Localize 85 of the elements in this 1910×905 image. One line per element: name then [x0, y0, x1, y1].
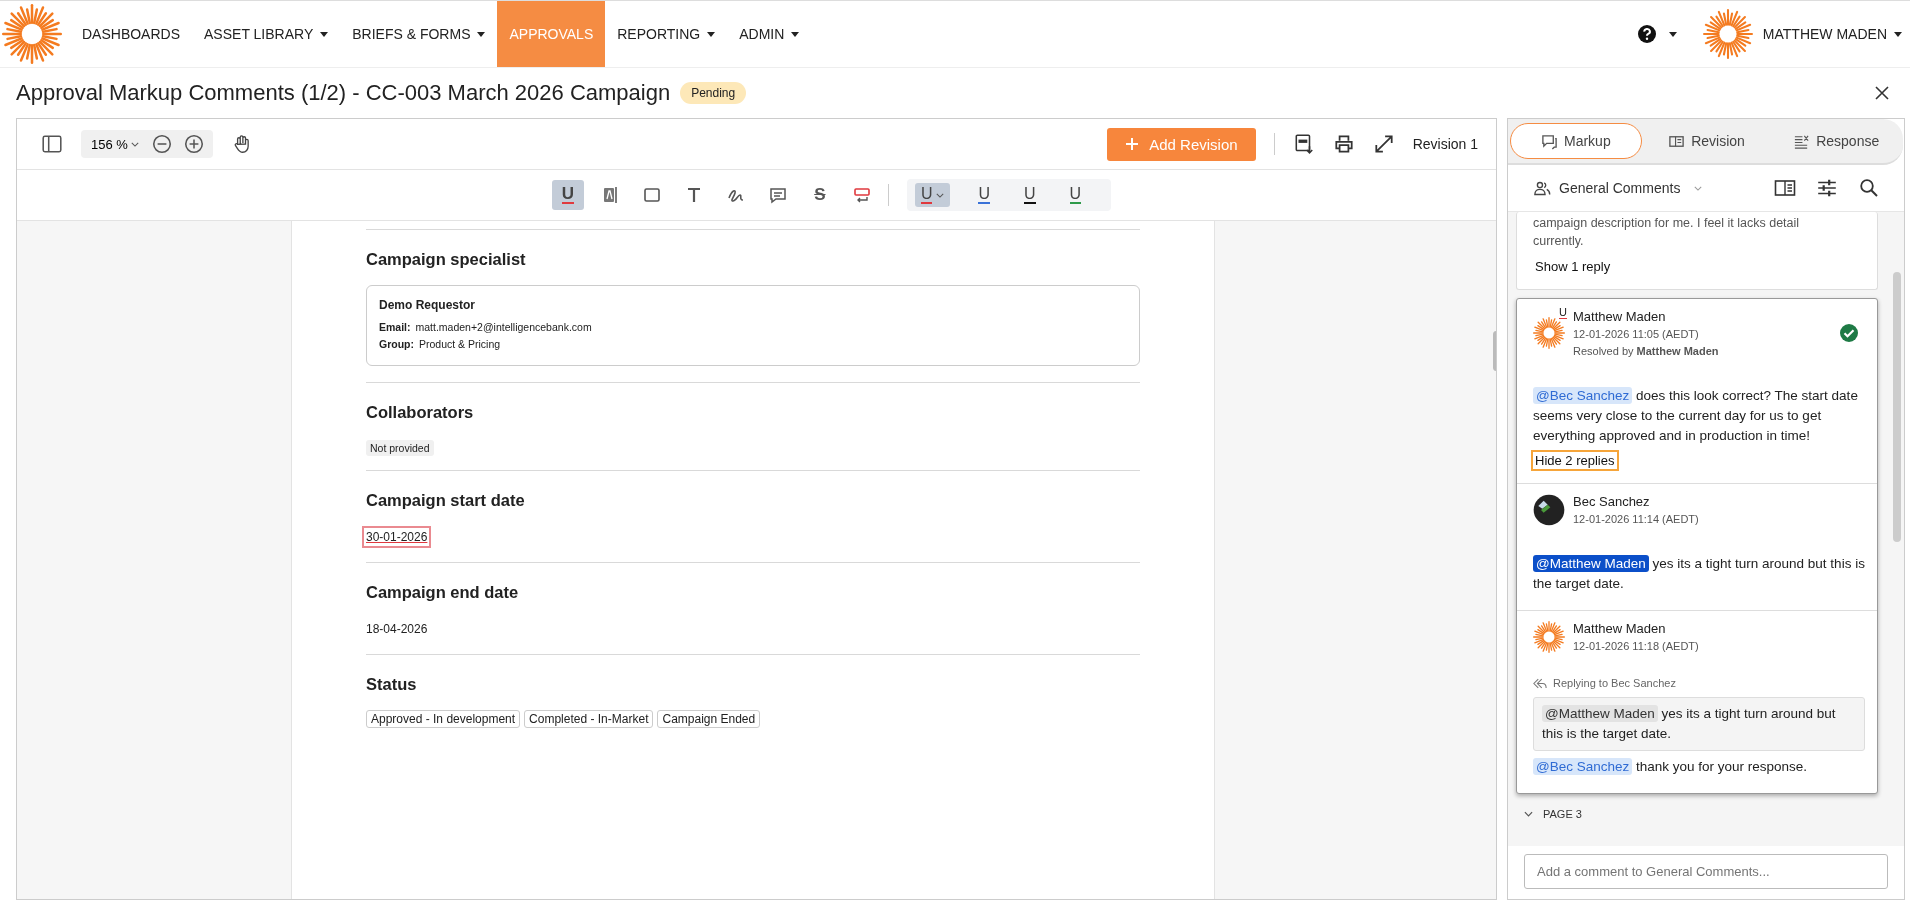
empty-value-chip: Not provided — [366, 440, 434, 456]
comment-filter-dropdown[interactable]: General Comments — [1534, 179, 1703, 197]
comment-time: 12-01-2026 11:14 (AEDT) — [1573, 513, 1700, 525]
mention-link[interactable]: @Matthew Maden — [1533, 555, 1649, 572]
field-heading: Collaborators — [366, 403, 475, 422]
strike-tool[interactable]: S — [803, 180, 836, 210]
markup-type-badge: U — [1559, 307, 1567, 319]
show-replies-link[interactable]: Show 1 reply — [1531, 256, 1615, 277]
status-tag: Approved - In development — [366, 710, 521, 728]
chevron-icon — [1694, 185, 1703, 191]
sunburst-logo[interactable] — [2, 4, 62, 64]
panel-tab[interactable]: Markup — [1510, 123, 1642, 159]
replying-to-text: Replying to Bec Sanchez — [1553, 677, 1676, 689]
chevron-icon — [130, 141, 139, 147]
mention-link[interactable]: @Bec Sanchez — [1533, 387, 1633, 404]
date-value: 18-04-2026 — [365, 621, 429, 638]
status-badge: Pending — [680, 82, 747, 104]
help-icon[interactable] — [1636, 24, 1657, 44]
split-view-icon[interactable] — [1774, 178, 1796, 198]
scrollbar-thumb[interactable] — [1893, 272, 1901, 542]
comment-text: @Matthew Maden yes its a tight turn around but this is the target date. — [1533, 554, 1865, 593]
page-group-header[interactable]: PAGE 3 — [1516, 794, 1878, 824]
sliders-icon[interactable] — [1816, 178, 1838, 198]
field-heading: Campaign specialist — [366, 250, 527, 269]
field-label: Group: — [379, 338, 414, 350]
nav-menu-item[interactable]: DASHBOARDS — [70, 1, 193, 67]
rectangle-icon — [641, 185, 662, 205]
comment-author: Matthew Maden — [1573, 309, 1667, 324]
zoom-out-icon[interactable] — [150, 133, 173, 155]
comment-time: 12-01-2026 11:05 (AEDT) — [1573, 328, 1700, 340]
plus-icon — [1125, 137, 1140, 151]
expand-icon[interactable] — [1372, 133, 1395, 155]
underline-color-option[interactable]: U — [972, 183, 996, 207]
underline-color-option[interactable]: U — [1063, 183, 1088, 207]
hide-replies-link[interactable]: Hide 2 replies — [1531, 450, 1619, 471]
date-value: 30-01-2026 — [362, 526, 432, 548]
caret-icon — [1894, 31, 1902, 37]
comments-icon — [1541, 132, 1558, 150]
contact-name: Demo Requestor — [379, 298, 477, 312]
nav-menu-item[interactable]: BRIEFS & FORMS — [340, 1, 498, 67]
underline-color-option[interactable]: U — [1018, 183, 1042, 207]
status-tag: Completed - In-Market — [524, 710, 654, 728]
nav-menu-item[interactable]: ADMIN — [727, 1, 812, 67]
panel-tab[interactable]: Revision — [1641, 123, 1772, 159]
nav-menu-item[interactable]: ASSET LIBRARY — [192, 1, 341, 67]
avatar-icon — [1533, 494, 1565, 526]
field-label: Email: — [379, 321, 411, 333]
print-icon[interactable] — [1332, 133, 1355, 155]
field-heading: Campaign start date — [366, 491, 526, 510]
reply-icon — [1533, 677, 1547, 689]
field-value: Product & Pricing — [419, 338, 501, 350]
close-icon[interactable] — [1874, 85, 1890, 101]
underline-color-option[interactable]: U — [914, 183, 951, 207]
comment-text: @Bec Sanchez does this look correct? The start date seems very close to the current day for us to get everything approved and in production in time! — [1533, 386, 1859, 445]
comment-text: @Bec Sanchez thank you for your response. — [1533, 757, 1865, 777]
avatar-icon — [1533, 317, 1565, 349]
comment-author: Bec Sanchez — [1573, 494, 1651, 509]
field-value: matt.maden+2@intelligencebank.com — [415, 321, 592, 333]
chevron-icon — [936, 192, 945, 198]
revision-label: Revision 1 — [1412, 136, 1478, 152]
panel-tab[interactable]: Response — [1771, 123, 1901, 159]
comment-input-field[interactable]: Add a comment to General Comments... — [1524, 854, 1888, 889]
avatar-icon — [1533, 621, 1565, 653]
sidebar-toggle-icon[interactable] — [41, 133, 63, 155]
field-heading: Campaign end date — [366, 583, 520, 602]
status-tag: Campaign Ended — [657, 710, 761, 728]
people-icon — [1534, 179, 1551, 197]
quoted-comment: @Matthew Maden yes its a tight turn around but this is the target date. — [1533, 697, 1865, 751]
user-menu[interactable]: MATTHEW MADEN — [1762, 26, 1902, 42]
comment-time: 12-01-2026 11:18 (AEDT) — [1573, 640, 1700, 652]
search-icon[interactable] — [1858, 178, 1880, 198]
comment-text: campaign description for me. I feel it lacks detail currently. — [1533, 215, 1801, 250]
underline-tool[interactable]: U — [551, 180, 584, 210]
page-title: Approval Markup Comments (1/2) - CC-003 March 2026 Campaign — [16, 80, 671, 106]
field-heading: Status — [366, 675, 418, 694]
comment-icon — [767, 185, 788, 205]
avatar-icon[interactable] — [1702, 9, 1753, 59]
nav-menu-item[interactable]: REPORTING — [605, 1, 728, 67]
mention-link[interactable]: @Bec Sanchez — [1533, 758, 1633, 775]
resolved-by-text: Resolved by Matthew Maden — [1573, 345, 1720, 357]
chevron-icon — [1524, 811, 1533, 817]
zoom-in-icon[interactable] — [182, 133, 205, 155]
replace-icon — [851, 185, 872, 205]
caret-icon[interactable] — [1668, 31, 1677, 37]
comment-author: Matthew Maden — [1573, 621, 1667, 636]
